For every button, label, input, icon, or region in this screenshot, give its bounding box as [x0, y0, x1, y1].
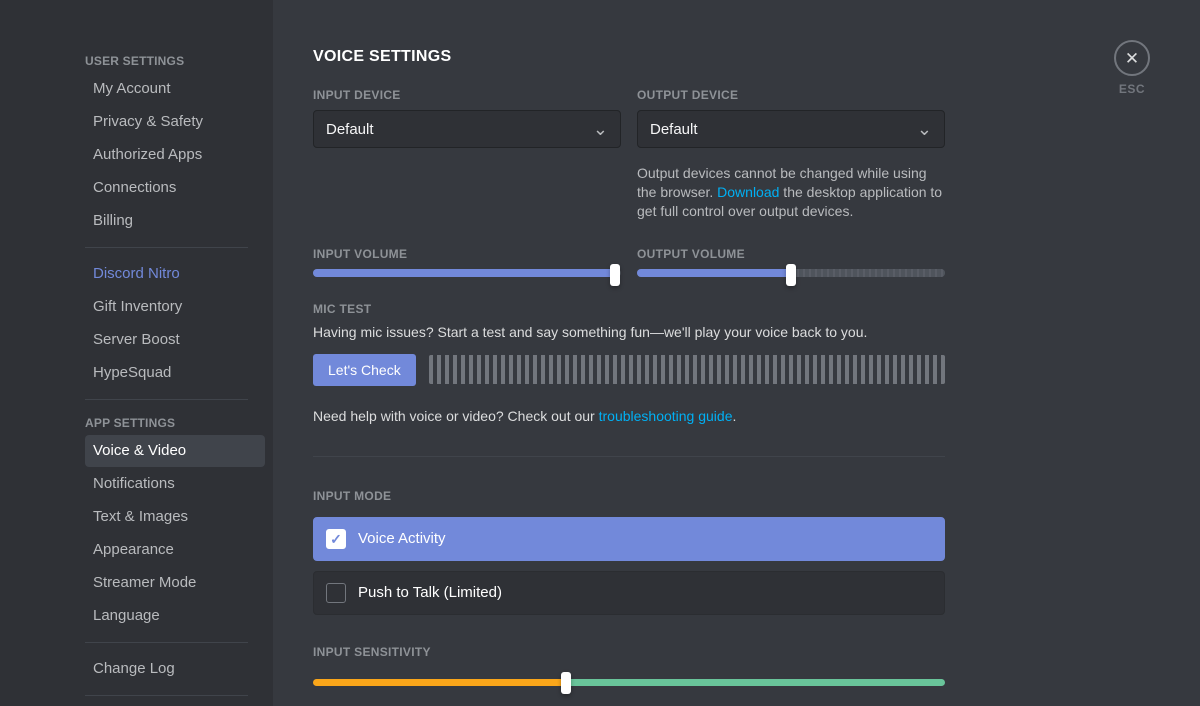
- input-device-label: INPUT DEVICE: [313, 88, 621, 102]
- sidebar-item-billing[interactable]: Billing: [85, 205, 265, 237]
- sidebar-header-user: USER SETTINGS: [85, 48, 265, 72]
- input-mode-label: INPUT MODE: [313, 489, 945, 503]
- input-mode-voice-activity[interactable]: ✓ Voice Activity: [313, 517, 945, 561]
- sidebar-item-language[interactable]: Language: [85, 600, 265, 632]
- output-device-value: Default: [650, 121, 698, 138]
- sidebar-item-text-images[interactable]: Text & Images: [85, 501, 265, 533]
- chevron-down-icon: ⌄: [593, 120, 608, 138]
- sidebar-item-privacy[interactable]: Privacy & Safety: [85, 106, 265, 138]
- divider: [313, 456, 945, 457]
- sidebar-item-gift-inventory[interactable]: Gift Inventory: [85, 291, 265, 323]
- chevron-down-icon: ⌄: [917, 120, 932, 138]
- mic-test-label: MIC TEST: [313, 302, 945, 316]
- sidebar-item-discord-nitro[interactable]: Discord Nitro: [85, 258, 265, 290]
- sidebar-header-app: APP SETTINGS: [85, 410, 265, 434]
- checkbox-icon: ✓: [326, 529, 346, 549]
- output-volume-slider[interactable]: [637, 269, 945, 277]
- mic-test-button[interactable]: Let's Check: [313, 354, 416, 386]
- sidebar-item-voice-video[interactable]: Voice & Video: [85, 435, 265, 467]
- divider: [85, 695, 248, 696]
- mic-test-description: Having mic issues? Start a test and say …: [313, 324, 945, 340]
- input-device-value: Default: [326, 121, 374, 138]
- input-volume-slider[interactable]: [313, 269, 621, 277]
- mic-level-meter: [429, 355, 945, 384]
- troubleshoot-text: Need help with voice or video? Check out…: [313, 408, 945, 424]
- sidebar-item-appearance[interactable]: Appearance: [85, 534, 265, 566]
- page-title: VOICE SETTINGS: [313, 48, 945, 66]
- sidebar-item-server-boost[interactable]: Server Boost: [85, 324, 265, 356]
- input-sensitivity-slider[interactable]: [313, 679, 945, 686]
- sidebar-item-streamer-mode[interactable]: Streamer Mode: [85, 567, 265, 599]
- checkbox-icon: [326, 583, 346, 603]
- sidebar-item-notifications[interactable]: Notifications: [85, 468, 265, 500]
- esc-label: ESC: [1114, 82, 1150, 96]
- output-device-select[interactable]: Default ⌄: [637, 110, 945, 148]
- output-device-help: Output devices cannot be changed while u…: [637, 164, 945, 221]
- input-volume-label: INPUT VOLUME: [313, 247, 621, 261]
- output-device-label: OUTPUT DEVICE: [637, 88, 945, 102]
- input-sensitivity-label: INPUT SENSITIVITY: [313, 645, 945, 659]
- sidebar-item-connections[interactable]: Connections: [85, 172, 265, 204]
- close-button[interactable]: ✕: [1114, 40, 1150, 76]
- sidebar-item-authorized-apps[interactable]: Authorized Apps: [85, 139, 265, 171]
- sidebar-item-change-log[interactable]: Change Log: [85, 653, 265, 685]
- main-panel: ✕ ESC VOICE SETTINGS INPUT DEVICE Defaul…: [273, 0, 1200, 706]
- output-volume-label: OUTPUT VOLUME: [637, 247, 945, 261]
- sidebar-item-my-account[interactable]: My Account: [85, 73, 265, 105]
- divider: [85, 642, 248, 643]
- divider: [85, 399, 248, 400]
- mode-label: Push to Talk (Limited): [358, 584, 502, 601]
- download-link[interactable]: Download: [717, 184, 779, 200]
- sidebar-item-hypesquad[interactable]: HypeSquad: [85, 357, 265, 389]
- input-device-select[interactable]: Default ⌄: [313, 110, 621, 148]
- close-icon: ✕: [1125, 50, 1139, 67]
- divider: [85, 247, 248, 248]
- mode-label: Voice Activity: [358, 530, 446, 547]
- troubleshooting-link[interactable]: troubleshooting guide: [599, 408, 733, 424]
- input-mode-push-to-talk[interactable]: Push to Talk (Limited): [313, 571, 945, 615]
- settings-sidebar: USER SETTINGS My Account Privacy & Safet…: [75, 0, 273, 706]
